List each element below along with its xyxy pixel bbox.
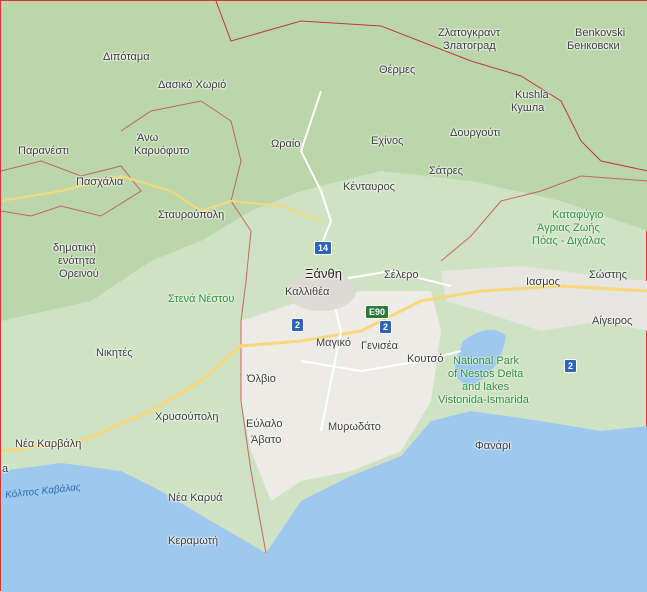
place-satres: Σάτρες — [429, 165, 463, 177]
place-edge-a: a — [2, 463, 9, 475]
road-shield-2-mid: 2 — [379, 320, 393, 334]
place-kallithea: Καλλιθέα — [285, 286, 330, 298]
place-parantesti: Παρανέστι — [18, 145, 69, 157]
place-chrysoupoli: Χρυσούπολη — [155, 411, 219, 423]
place-fanari: Φανάρι — [475, 440, 511, 452]
place-dim-2: ενότητα — [58, 255, 96, 267]
place-koutso: Κουτσό — [407, 353, 444, 365]
place-dipotama: Διπόταμα — [103, 51, 150, 63]
road-shield-2-east: 2 — [564, 359, 578, 373]
place-park-1: National Park — [453, 355, 520, 367]
place-nea-karya: Νέα Καρυά — [168, 492, 223, 504]
place-aigeiros: Αίγειρος — [592, 315, 633, 327]
place-keramoti: Κεραμωτή — [168, 535, 219, 547]
place-nea-karvali: Νέα Καρβάλη — [15, 438, 82, 450]
place-dourgouti: Δουργούτι — [450, 127, 501, 139]
place-echinos: Εχίνος — [371, 135, 404, 147]
place-park-3: and lakes — [462, 381, 510, 393]
place-ano-karyofyto-2: Καρυόφυτο — [134, 145, 190, 157]
map-canvas[interactable]: Ζλατογκραντ Златоград Benkovski Бенковск… — [0, 0, 647, 592]
place-reserve-3: Πόας - Διχάλας — [532, 235, 606, 247]
place-dim-1: δημοτική — [53, 242, 96, 254]
place-zlatograd-gr: Ζλατογκραντ — [438, 27, 501, 39]
place-kushla-gr: Kushla — [515, 89, 549, 101]
place-magiko: Μαγικό — [316, 337, 351, 349]
road-shield-e90: E90 — [365, 305, 390, 319]
place-stavroupoli: Σταυρούπολη — [158, 209, 225, 221]
place-oraio: Ωραίο — [271, 138, 301, 150]
place-dasiko-chorio: Δασικό Χωριό — [158, 79, 227, 91]
place-xanthi[interactable]: Ξάνθη — [305, 267, 342, 280]
place-thermes: Θέρμες — [379, 64, 416, 76]
place-kentavros: Κένταυρος — [343, 181, 395, 193]
place-myrodato: Μυρωδάτο — [328, 421, 381, 433]
place-evlalo: Εύλαλο — [246, 418, 283, 430]
place-genisea: Γενισέα — [361, 340, 398, 352]
place-selero: Σέλερο — [384, 269, 419, 281]
place-stena-nestou: Στενά Νέστου — [168, 293, 235, 305]
place-park-2: of Nestos Delta — [448, 368, 524, 380]
place-ano-karyofyto-1: Άνω — [137, 132, 159, 144]
place-sosti: Σώστης — [589, 269, 627, 281]
place-benkovski-local: Бенковски — [567, 40, 620, 52]
place-dim-3: Ορεινού — [59, 268, 99, 280]
road-shield-2-west: 2 — [291, 318, 305, 332]
place-reserve-1: Καταφύγιο — [552, 209, 604, 221]
place-paschalia: Πασχάλια — [76, 176, 124, 188]
place-nikites: Νικητές — [96, 347, 133, 359]
road-shield-14: 14 — [314, 241, 333, 255]
place-reserve-2: Άγριας Ζωής — [537, 222, 600, 234]
place-kushla-local: Кушла — [511, 102, 545, 114]
place-benkovski-gr: Benkovski — [575, 27, 626, 39]
place-iasmos: Ιασμος — [526, 276, 560, 288]
place-avato: Άβατο — [251, 434, 282, 446]
place-zlatograd-local: Златоград — [443, 40, 496, 52]
place-olvio: Όλβιο — [247, 373, 276, 385]
place-park-4: Vistonida-Ismarida — [438, 394, 529, 406]
